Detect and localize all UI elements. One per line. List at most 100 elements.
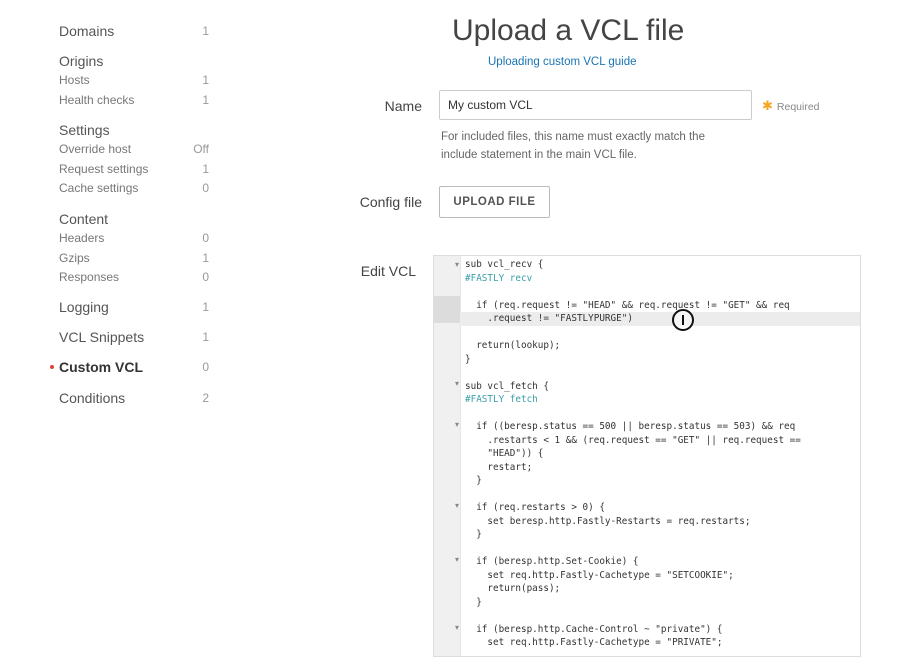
edit-vcl-label: Edit VCL [360, 263, 416, 279]
sidebar-item-gzips[interactable]: Gzips 1 [59, 249, 209, 269]
active-line-gutter [434, 296, 460, 323]
sidebar-item-label: VCL Snippets [59, 329, 145, 345]
sidebar-item-conditions[interactable]: Conditions 2 [59, 388, 209, 408]
sidebar-item-label: Responses [59, 270, 120, 284]
sidebar-item-hosts[interactable]: Hosts 1 [59, 71, 209, 91]
code-line: sub vcl_fetch { [465, 380, 549, 392]
sidebar-section-content: Content Headers 0 Gzips 1 Responses 0 [59, 209, 209, 288]
sidebar-heading-origins[interactable]: Origins [59, 51, 209, 71]
sidebar-item-headers[interactable]: Headers 0 [59, 229, 209, 249]
sidebar-section-vcl-snippets: VCL Snippets 1 [59, 327, 209, 347]
config-file-label: Config file [359, 194, 422, 210]
sidebar-item-count: 1 [202, 250, 209, 265]
sidebar-item-cache-settings[interactable]: Cache settings 0 [59, 179, 209, 199]
fold-arrow-icon[interactable]: ▾ [455, 379, 459, 388]
sidebar-item-label: Conditions [59, 390, 126, 406]
sidebar-item-label: Cache settings [59, 181, 139, 195]
name-help-text: For included files, this name must exact… [441, 131, 705, 161]
fold-arrow-icon[interactable]: ▾ [455, 555, 459, 564]
fold-arrow-icon[interactable]: ▾ [455, 420, 459, 429]
sidebar-item-count: 0 [202, 270, 209, 284]
fold-arrow-icon[interactable]: ▾ [455, 260, 459, 269]
sidebar-item-count: 1 [202, 24, 209, 38]
sidebar-heading-label: Settings [59, 122, 110, 138]
fold-arrow-icon[interactable]: ▾ [455, 501, 459, 510]
sidebar-section-settings: Settings Override host Off Request setti… [59, 120, 209, 199]
sidebar-item-count: 1 [202, 73, 209, 87]
code-line: sub vcl_recv { [465, 259, 544, 270]
active-indicator-dot [50, 365, 54, 369]
code-content[interactable]: sub vcl_recv { #FASTLY recv if (req.requ… [460, 258, 860, 650]
sidebar-item-logging[interactable]: Logging 1 [59, 297, 209, 317]
code-line-active: .request != "FASTLYPURGE") [460, 312, 860, 326]
text-cursor-icon [672, 309, 694, 331]
sidebar-item-count: 1 [202, 161, 209, 176]
page-title: Upload a VCL file [452, 14, 685, 47]
sidebar-heading-label: Origins [59, 53, 104, 69]
vcl-guide-link[interactable]: Uploading custom VCL guide [488, 56, 637, 68]
sidebar-item-health-checks[interactable]: Health checks 1 [59, 91, 209, 111]
code-line: if ((beresp.status == 500 || beresp.stat… [465, 421, 796, 432]
sidebar-heading-settings[interactable]: Settings [59, 120, 209, 140]
sidebar-section-domains: Domains 1 [59, 21, 209, 41]
code-line: #FASTLY fetch [465, 394, 538, 405]
code-line: set req.http.Fastly-Cachetype = "SETCOOK… [465, 569, 734, 581]
code-line: if (beresp.http.Cache-Control ~ "private… [465, 623, 723, 635]
code-line: if (req.request != "HEAD" && req.request… [465, 299, 790, 311]
required-star-icon: ✱ [762, 98, 773, 113]
sidebar-item-label: Domains [59, 23, 115, 39]
code-line: return(pass); [465, 583, 561, 594]
sidebar-item-count: 0 [202, 360, 209, 374]
sidebar-item-count: 0 [202, 181, 209, 195]
code-line: } [465, 353, 471, 365]
code-line: } [465, 529, 482, 540]
name-field[interactable] [439, 90, 752, 120]
code-line: } [465, 475, 482, 486]
required-label: Required [776, 101, 820, 113]
sidebar-item-responses[interactable]: Responses 0 [59, 268, 209, 288]
sidebar-section-origins: Origins Hosts 1 Health checks 1 [59, 51, 209, 110]
sidebar-heading-label: Content [59, 211, 109, 227]
code-line: if (req.restarts > 0) { [465, 502, 605, 513]
fold-arrow-icon[interactable]: ▾ [455, 623, 459, 632]
required-indicator: ✱ Required [762, 98, 820, 114]
sidebar-item-count: 1 [202, 330, 209, 344]
sidebar-item-label: Gzips [59, 250, 90, 265]
upload-file-button[interactable]: UPLOAD FILE [439, 186, 550, 218]
sidebar-item-custom-vcl[interactable]: Custom VCL 0 [50, 357, 209, 377]
sidebar-item-vcl-snippets[interactable]: VCL Snippets 1 [59, 327, 209, 347]
code-line: "HEAD")) { [465, 448, 544, 459]
sidebar-item-count: 1 [202, 92, 209, 107]
sidebar-item-count: 2 [202, 391, 209, 405]
sidebar-item-count: Off [193, 142, 209, 156]
sidebar-item-label: Hosts [59, 73, 90, 87]
sidebar-item-label: Request settings [59, 161, 149, 176]
sidebar-heading-content[interactable]: Content [59, 209, 209, 229]
editor-gutter: ▾ ▾ ▾ ▾ ▾ ▾ [434, 256, 461, 656]
sidebar-item-override-host[interactable]: Override host Off [59, 140, 209, 160]
sidebar-item-request-settings[interactable]: Request settings 1 [59, 160, 209, 180]
code-line: } [465, 596, 482, 608]
sidebar-section-logging: Logging 1 [59, 297, 209, 317]
sidebar-item-domains[interactable]: Domains 1 [59, 21, 209, 41]
sidebar: Domains 1 Origins Hosts 1 Health checks … [0, 0, 230, 642]
code-line: if (beresp.http.Set-Cookie) { [465, 556, 639, 567]
name-label: Name [384, 98, 422, 114]
vcl-code-editor[interactable]: ▾ ▾ ▾ ▾ ▾ ▾ sub vcl_recv { #FASTLY recv … [433, 255, 861, 657]
sidebar-section-conditions: Conditions 2 [59, 388, 209, 408]
sidebar-item-count: 0 [202, 231, 209, 245]
sidebar-item-label: Custom VCL [59, 359, 143, 375]
code-line: set req.http.Fastly-Cachetype = "PRIVATE… [465, 637, 723, 648]
sidebar-item-label: Override host [59, 142, 132, 156]
code-line: restart; [465, 461, 533, 473]
sidebar-item-label: Health checks [59, 92, 135, 107]
code-line: .restarts < 1 && (req.request == "GET" |… [465, 434, 801, 446]
sidebar-item-label: Logging [59, 299, 109, 315]
